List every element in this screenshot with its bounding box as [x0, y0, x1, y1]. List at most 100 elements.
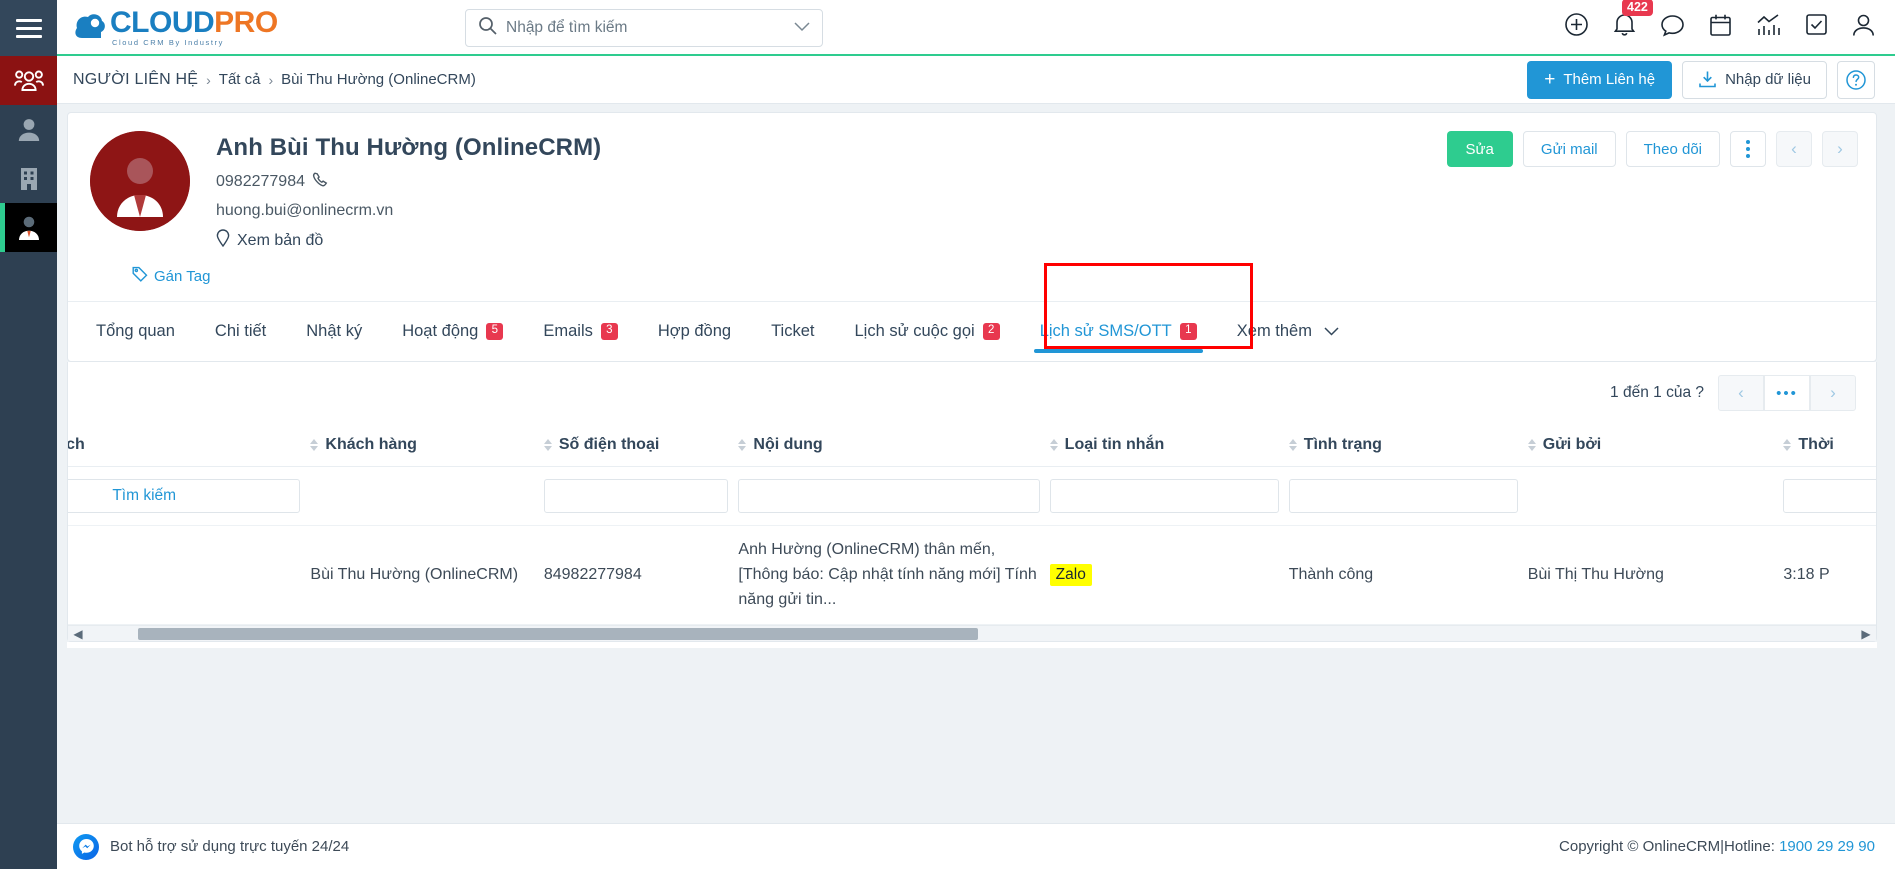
- vertical-dots-icon: [1746, 140, 1750, 158]
- search-button[interactable]: Tìm kiếm: [68, 479, 301, 513]
- tab-hoat-dong[interactable]: Hoạt động 5: [382, 302, 523, 361]
- contact-email[interactable]: huong.bui@onlinecrm.vn: [216, 202, 393, 220]
- scroll-right-arrow-icon[interactable]: ▶: [1856, 627, 1876, 641]
- building-icon: [17, 166, 41, 192]
- global-search[interactable]: Nhập để tìm kiếm: [465, 9, 823, 47]
- sort-icon[interactable]: [1288, 439, 1297, 451]
- pagination-next-button[interactable]: ›: [1810, 375, 1856, 411]
- filter-cell-search: Tìm kiếm: [68, 466, 311, 526]
- tab-lich-su-sms-ott[interactable]: Lịch sử SMS/OTT 1: [1020, 302, 1217, 361]
- support-bot-link[interactable]: Bot hỗ trợ sử dụng trực tuyến 24/24: [73, 833, 349, 860]
- add-contact-button[interactable]: + Thêm Liên hệ: [1527, 60, 1673, 99]
- tasks-icon[interactable]: [1805, 13, 1828, 41]
- column-header-loai-tin-nhan[interactable]: Loại tin nhắn: [1049, 424, 1289, 467]
- filter-input-loai-tin-nhan[interactable]: [1049, 479, 1279, 513]
- sort-icon[interactable]: [738, 439, 747, 451]
- column-header-chien-dich[interactable]: Chiến dịch: [68, 424, 311, 467]
- chevron-down-icon[interactable]: [794, 21, 810, 35]
- table-row[interactable]: Bùi Thu Hường (OnlineCRM) 84982277984 An…: [68, 525, 1876, 626]
- tab-lich-su-cuoc-goi[interactable]: Lịch sử cuộc gọi 2: [834, 302, 1019, 361]
- sort-icon[interactable]: [310, 439, 319, 451]
- sidebar-item-contacts-group[interactable]: [0, 56, 57, 105]
- sidebar-item-person[interactable]: [0, 105, 57, 154]
- hotline-label: Hotline:: [1724, 838, 1775, 855]
- tab-bar: Tổng quan Chi tiết Nhật ký Hoạt động 5 E…: [68, 263, 1876, 361]
- tab-emails[interactable]: Emails 3: [523, 302, 638, 361]
- pagination-ellipsis-button[interactable]: •••: [1764, 375, 1810, 411]
- hotline-number[interactable]: 1900 29 29 90: [1779, 838, 1875, 855]
- follow-button[interactable]: Theo dõi: [1625, 131, 1720, 167]
- tab-label: Emails: [543, 322, 593, 340]
- filter-cell-loai-tin-nhan: [1049, 466, 1289, 526]
- footer-bar: Bot hỗ trợ sử dụng trực tuyến 24/24 Copy…: [57, 823, 1895, 869]
- tab-hop-dong[interactable]: Hợp đồng: [638, 302, 751, 361]
- edit-button[interactable]: Sửa: [1446, 131, 1513, 167]
- next-record-button[interactable]: ›: [1822, 131, 1858, 167]
- sort-icon[interactable]: [1783, 439, 1792, 451]
- column-header-khach-hang[interactable]: Khách hàng: [310, 424, 544, 467]
- logo-text-pro: PRO: [214, 5, 278, 39]
- breadcrumb-level2[interactable]: Tất cả: [219, 71, 261, 88]
- breadcrumb-separator-2: ›: [268, 71, 274, 88]
- assign-tag-button[interactable]: Gán Tag: [132, 266, 210, 286]
- horizontal-scrollbar[interactable]: ◀ ▶: [68, 625, 1876, 642]
- tab-tong-quan[interactable]: Tổng quan: [76, 302, 195, 361]
- breadcrumb-root[interactable]: NGƯỜI LIÊN HỆ: [73, 71, 198, 89]
- column-label: Chiến dịch: [68, 436, 85, 453]
- app-logo[interactable]: CLOUDPRO Cloud CRM By Industry: [73, 5, 288, 47]
- filter-input-thoi-gian[interactable]: [1783, 479, 1876, 513]
- column-header-tinh-trang[interactable]: Tình trạng: [1288, 424, 1528, 467]
- import-data-button[interactable]: Nhập dữ liệu: [1682, 60, 1827, 99]
- pagination-prev-button[interactable]: ‹: [1718, 375, 1764, 411]
- add-icon[interactable]: [1564, 12, 1589, 42]
- tab-label: Hợp đồng: [657, 322, 732, 340]
- filter-cell-khach-hang: [310, 466, 544, 526]
- phone-call-icon[interactable]: [312, 171, 329, 193]
- breadcrumb-separator: ›: [206, 71, 211, 88]
- prev-record-button[interactable]: ‹: [1776, 131, 1812, 167]
- tab-ticket[interactable]: Ticket: [751, 302, 834, 361]
- send-mail-button[interactable]: Gửi mail: [1522, 131, 1616, 167]
- cell-khach-hang: Bùi Thu Hường (OnlineCRM): [310, 525, 544, 626]
- analytics-icon[interactable]: [1756, 13, 1781, 42]
- column-header-noi-dung[interactable]: Nội dung: [738, 424, 1050, 467]
- tab-nhat-ky[interactable]: Nhật ký: [286, 302, 382, 361]
- scrollbar-track[interactable]: [88, 627, 1856, 640]
- tab-xem-them[interactable]: Xem thêm: [1217, 302, 1359, 361]
- notifications-bell-icon[interactable]: 422: [1613, 0, 1653, 42]
- sort-icon[interactable]: [1049, 439, 1058, 451]
- sort-icon[interactable]: [1527, 439, 1536, 451]
- contact-info: Anh Bùi Thu Hường (OnlineCRM) 0982277984…: [216, 131, 601, 252]
- sidebar-item-contact-detail[interactable]: [0, 203, 57, 252]
- sort-icon[interactable]: [543, 439, 552, 451]
- assign-tag-label: Gán Tag: [154, 267, 211, 285]
- messenger-icon: [73, 833, 99, 860]
- help-button[interactable]: [1837, 60, 1875, 99]
- view-map-link[interactable]: Xem bản đồ: [237, 232, 323, 250]
- filter-input-so-dien-thoai[interactable]: [543, 479, 729, 513]
- column-header-gui-boi[interactable]: Gửi bởi: [1527, 424, 1784, 467]
- filter-input-noi-dung[interactable]: [738, 479, 1040, 513]
- chat-icon[interactable]: [1660, 13, 1685, 42]
- filter-input-tinh-trang[interactable]: [1288, 479, 1518, 513]
- scroll-left-arrow-icon[interactable]: ◀: [68, 627, 88, 641]
- search-placeholder: Nhập để tìm kiếm: [506, 19, 628, 36]
- sidebar-item-company[interactable]: [0, 154, 57, 203]
- tab-chi-tiet[interactable]: Chi tiết: [195, 302, 286, 361]
- column-header-so-dien-thoai[interactable]: Số điện thoại: [543, 424, 739, 467]
- plus-icon: +: [1544, 69, 1556, 90]
- calendar-icon[interactable]: [1709, 13, 1732, 42]
- header-icon-group: 422: [1564, 0, 1875, 42]
- scrollbar-thumb[interactable]: [138, 627, 978, 640]
- more-options-button[interactable]: [1730, 131, 1766, 167]
- user-account-icon[interactable]: [1852, 13, 1875, 42]
- search-input[interactable]: Nhập để tìm kiếm: [465, 9, 823, 47]
- column-header-thoi-gian[interactable]: Thời: [1783, 424, 1876, 467]
- sms-history-table: Chiến dịch Khách hàng: [68, 424, 1876, 626]
- column-label: Gửi bởi: [1542, 436, 1602, 453]
- left-nav-rail: [0, 0, 57, 869]
- menu-toggle-button[interactable]: [0, 0, 57, 56]
- tab-label: Ticket: [771, 322, 815, 340]
- contact-card-icon: [16, 214, 42, 241]
- add-contact-label: Thêm Liên hệ: [1563, 71, 1656, 88]
